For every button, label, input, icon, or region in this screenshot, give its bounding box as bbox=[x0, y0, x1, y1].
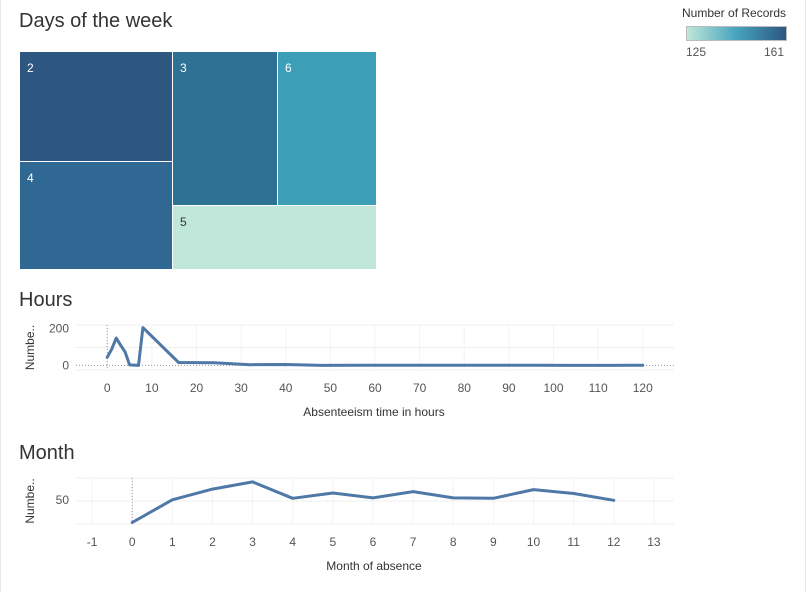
hours-x-tick-label: 70 bbox=[413, 381, 427, 395]
hours-x-tick-label: 80 bbox=[458, 381, 472, 395]
treemap-cell-2 bbox=[20, 52, 172, 161]
month-x-tick-label: 9 bbox=[490, 535, 497, 549]
treemap-label-3: 3 bbox=[180, 61, 187, 75]
month-x-tick-label: 3 bbox=[249, 535, 256, 549]
month-x-tick-label: 10 bbox=[527, 535, 541, 549]
month-x-axis-title: Month of absence bbox=[326, 559, 422, 573]
month-x-tick-label: 0 bbox=[129, 535, 136, 549]
month-y-tick-label: 50 bbox=[56, 493, 70, 507]
charts-canvas: 2 34560 10 20 30 40 50 60 70 80 90 100 110 1200200Abs… bbox=[20, 52, 674, 573]
month-x-tick-label: 8 bbox=[450, 535, 457, 549]
hours-x-tick-label: 30 bbox=[234, 381, 248, 395]
month-y-axis-title: Numbe.. bbox=[23, 478, 37, 523]
treemap-label-2: 2 bbox=[27, 61, 34, 75]
hours-x-tick-label: 100 bbox=[543, 381, 563, 395]
treemap-cell-4 bbox=[20, 162, 172, 269]
month-x-tick-label: 6 bbox=[370, 535, 377, 549]
treemap-cell-6 bbox=[278, 52, 376, 205]
treemap-label-5: 5 bbox=[180, 215, 187, 229]
month-x-tick-label: -1 bbox=[87, 535, 98, 549]
treemap-cell-5 bbox=[173, 206, 376, 269]
month-x-tick-label: 2 bbox=[209, 535, 216, 549]
month-x-tick-label: 13 bbox=[647, 535, 661, 549]
treemap-label-4: 4 bbox=[27, 171, 34, 185]
month-x-tick-label: 5 bbox=[330, 535, 337, 549]
hours-y-axis-title: Numbe.. bbox=[23, 325, 37, 370]
month-x-tick-label: 1 bbox=[169, 535, 176, 549]
hours-x-tick-label: 40 bbox=[279, 381, 293, 395]
month-x-tick-label: 4 bbox=[289, 535, 296, 549]
hours-y-tick-label: 200 bbox=[49, 322, 69, 336]
hours-x-tick-label: 120 bbox=[633, 381, 653, 395]
hours-x-tick-label: 0 bbox=[104, 381, 111, 395]
hours-x-tick-label: 90 bbox=[502, 381, 516, 395]
hours-x-tick-label: 20 bbox=[190, 381, 204, 395]
hours-x-tick-label: 10 bbox=[145, 381, 159, 395]
hours-x-axis-title: Absenteeism time in hours bbox=[303, 405, 444, 419]
hours-x-tick-label: 110 bbox=[589, 381, 608, 395]
hours-x-tick-label: 60 bbox=[368, 381, 382, 395]
treemap-label-6: 6 bbox=[285, 61, 292, 75]
month-x-tick-label: 11 bbox=[567, 535, 580, 549]
month-x-tick-label: 12 bbox=[607, 535, 621, 549]
hours-y-tick-label: 0 bbox=[62, 358, 69, 372]
hours-x-tick-label: 50 bbox=[324, 381, 338, 395]
month-x-tick-label: 7 bbox=[410, 535, 417, 549]
treemap-cell-3 bbox=[173, 52, 277, 205]
